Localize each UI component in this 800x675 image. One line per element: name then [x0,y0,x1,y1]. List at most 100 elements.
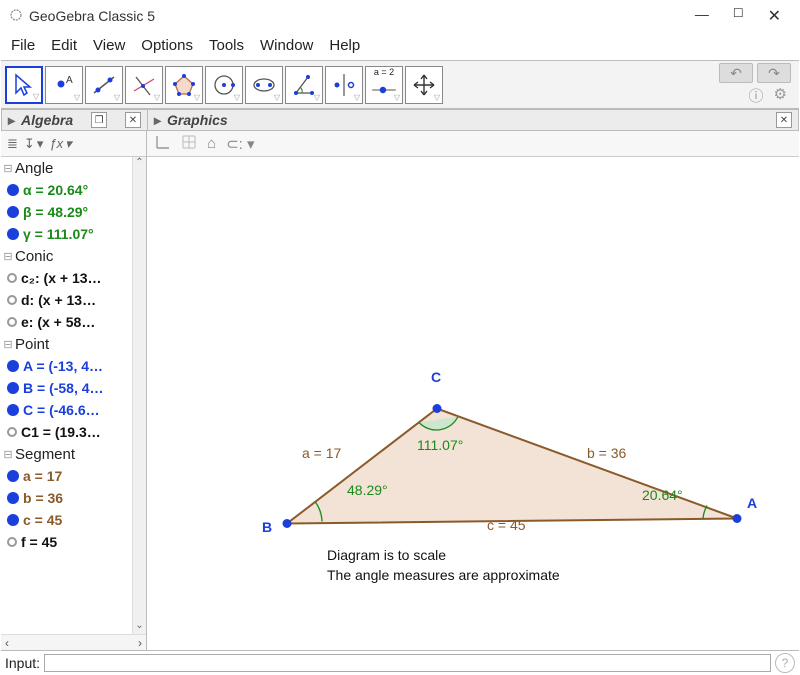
item-c[interactable]: c = 45 [23,512,62,528]
scroll-up-icon[interactable]: ⌃ [133,157,146,171]
item-a[interactable]: a = 17 [23,468,62,484]
tool-line[interactable]: ▽ [85,66,123,104]
dot-icon[interactable] [7,360,19,372]
algebra-panel: ≣ ↧▾ ƒx▾ ⊟Angle α = 20.64° β = 48.29° γ … [1,131,147,650]
menu-view[interactable]: View [89,35,129,56]
note-2: The angle measures are approximate [327,567,560,583]
tool-point[interactable]: A▽ [45,66,83,104]
redo-button[interactable]: ↷ [757,63,791,83]
item-gamma[interactable]: γ = 111.07° [23,226,94,242]
item-A[interactable]: A = (-13, 4… [23,358,103,374]
close-button[interactable]: ✕ [768,6,781,26]
graphics-collapse-icon[interactable]: ▸ [154,112,161,129]
item-C1[interactable]: C1 = (19.3… [21,424,101,440]
toggle-conic[interactable]: ⊟ [1,250,15,263]
label-B: B [262,519,272,535]
item-C[interactable]: C = (-46.6… [23,402,100,418]
item-d[interactable]: d: (x + 13… [21,292,96,308]
home-icon[interactable]: ⌂ [207,135,216,152]
dot-icon[interactable] [7,514,19,526]
help-icon[interactable]: ⓘ [749,85,764,106]
tool-movegraphics[interactable]: ▽ [405,66,443,104]
item-e[interactable]: e: (x + 58… [21,314,95,330]
algebra-toolbar: ≣ ↧▾ ƒx▾ [1,131,146,157]
algebra-hscroll[interactable]: ‹› [1,634,146,650]
dot-icon[interactable] [7,382,19,394]
menu-file[interactable]: File [7,35,39,56]
graphics-close-icon[interactable]: ✕ [776,112,792,128]
window-title: GeoGebra Classic 5 [29,8,155,24]
dot-icon[interactable] [7,537,17,547]
graphics-canvas[interactable]: C A B a = 17 b = 36 c = 45 111.07° 48.29… [147,157,799,650]
algebra-scrollbar[interactable]: ⌃ ⌄ [132,157,146,634]
tool-polygon[interactable]: ▽ [165,66,203,104]
item-c2[interactable]: c₂: (x + 13… [21,270,102,286]
item-alpha[interactable]: α = 20.64° [23,182,88,198]
menu-window[interactable]: Window [256,35,317,56]
cat-point: Point [15,336,49,353]
label-C: C [431,369,441,385]
input-bar: Input: ? [1,650,799,674]
menubar: File Edit View Options Tools Window Help [1,31,799,60]
titlebar: GeoGebra Classic 5 — ☐ ✕ [1,1,799,31]
slider-label: a = 2 [374,67,394,77]
algebra-window-icon[interactable]: ❐ [91,112,107,128]
item-f[interactable]: f = 45 [21,534,57,550]
grid-icon[interactable] [181,134,197,154]
dot-icon[interactable] [7,184,19,196]
minimize-button[interactable]: — [695,6,709,26]
item-beta[interactable]: β = 48.29° [23,204,88,220]
toggle-angle[interactable]: ⊟ [1,162,15,175]
dot-icon[interactable] [7,206,19,218]
dot-icon[interactable] [7,470,19,482]
toggle-point[interactable]: ⊟ [1,338,15,351]
menu-help[interactable]: Help [325,35,364,56]
dot-icon[interactable] [7,273,17,283]
dot-icon[interactable] [7,317,17,327]
alg-sort-button[interactable]: ↧▾ [22,134,45,154]
item-B[interactable]: B = (-58, 4… [23,380,104,396]
menu-options[interactable]: Options [137,35,197,56]
undo-button[interactable]: ↶ [719,63,753,83]
tool-reflect[interactable]: ▽ [325,66,363,104]
cat-segment: Segment [15,446,75,463]
input-field[interactable] [44,654,771,672]
dot-icon[interactable] [7,492,19,504]
tool-ellipse[interactable]: ▽ [245,66,283,104]
algebra-tree[interactable]: ⊟Angle α = 20.64° β = 48.29° γ = 111.07°… [1,157,146,634]
tool-angle[interactable]: ▽ [285,66,323,104]
tool-slider[interactable]: a = 2▽ [365,66,403,104]
alg-list-icon[interactable]: ≣ [5,134,20,154]
cat-angle: Angle [15,160,53,177]
svg-text:A: A [66,75,73,86]
toggle-segment[interactable]: ⊟ [1,448,15,461]
algebra-collapse-icon[interactable]: ▸ [8,112,15,129]
alg-fx-button[interactable]: ƒx▾ [47,134,73,154]
dot-icon[interactable] [7,295,17,305]
menu-edit[interactable]: Edit [47,35,81,56]
cat-conic: Conic [15,248,53,265]
graphics-panel: ⌂ ⊂: ▾ C A B [147,131,799,650]
dot-icon[interactable] [7,404,19,416]
tool-circle[interactable]: ▽ [205,66,243,104]
tool-perpendicular[interactable]: ▽ [125,66,163,104]
algebra-title: Algebra [21,112,73,128]
settings-icon[interactable]: ⚙ [774,85,787,106]
graphics-header: ▸ Graphics ✕ [147,109,799,131]
algebra-header: ▸ Algebra ❐ ✕ [1,109,147,131]
tool-move[interactable]: ▽ [5,66,43,104]
algebra-close-icon[interactable]: ✕ [125,112,141,128]
item-b[interactable]: b = 36 [23,490,63,506]
menu-tools[interactable]: Tools [205,35,248,56]
axes-icon[interactable] [155,134,171,154]
input-help-icon[interactable]: ? [775,653,795,673]
input-label: Input: [5,655,40,671]
tool-toolbar: ▽ A▽ ▽ ▽ ▽ ▽ ▽ ▽ ▽ a = 2▽ ▽ ↶ ↷ ⓘ ⚙ [1,60,799,109]
graphics-title: Graphics [167,112,228,128]
label-angle-A: 20.64° [642,487,683,503]
dot-icon[interactable] [7,228,19,240]
dot-icon[interactable] [7,427,17,437]
snap-icon[interactable]: ⊂: ▾ [226,135,254,153]
scroll-down-icon[interactable]: ⌄ [133,620,146,634]
maximize-button[interactable]: ☐ [733,6,744,26]
